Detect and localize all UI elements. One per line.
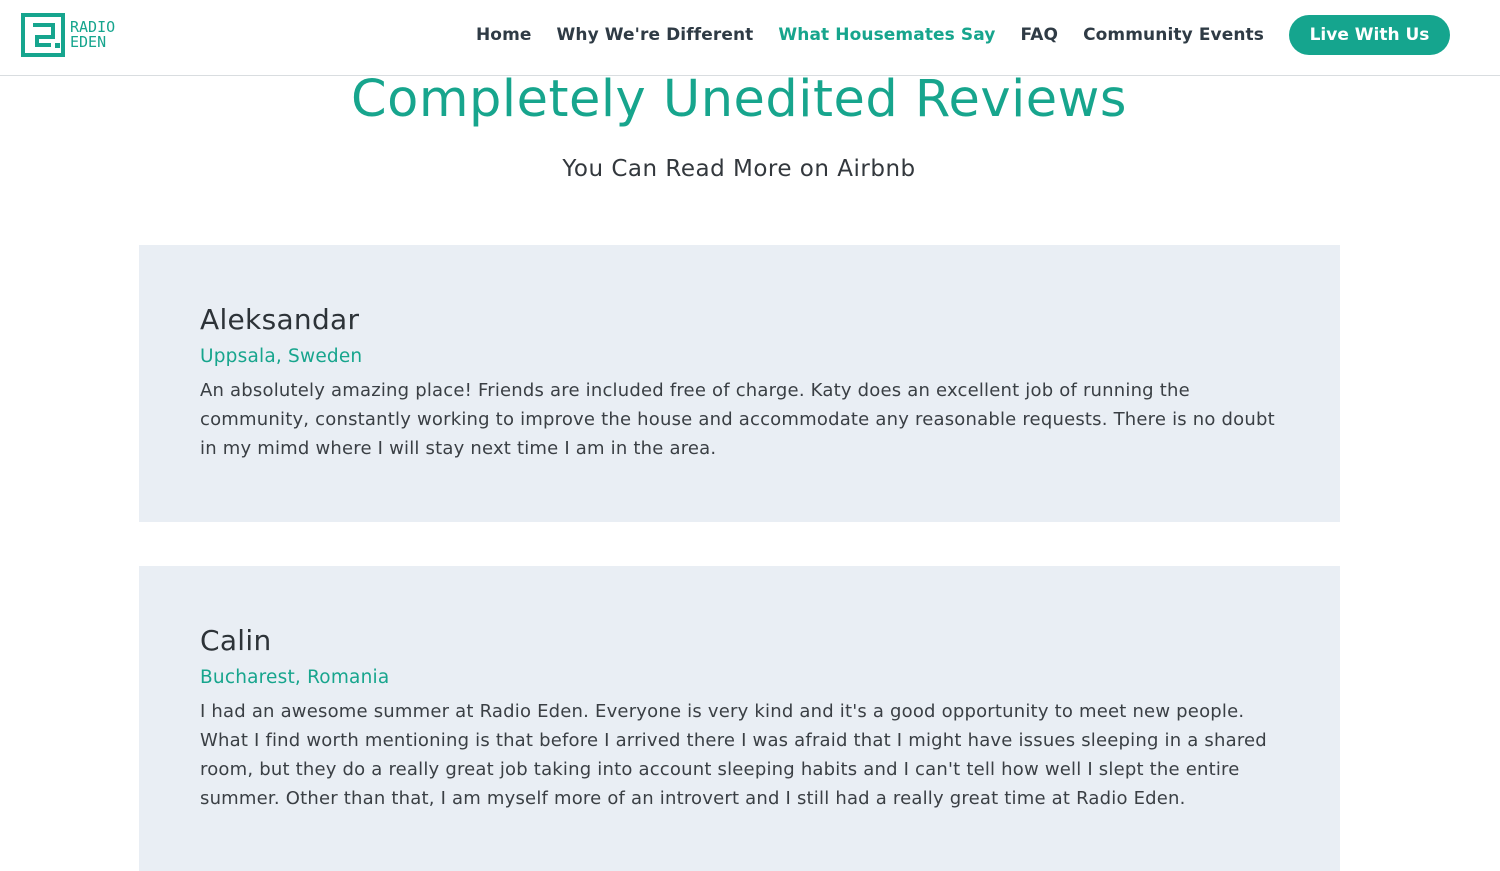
review-card: Calin Bucharest, Romania I had an awesom… xyxy=(139,566,1340,871)
review-text: An absolutely amazing place! Friends are… xyxy=(200,380,1275,459)
logo-wordmark: RADIO EDEN xyxy=(70,20,115,50)
reviewer-location: Uppsala, Sweden xyxy=(200,346,363,367)
page-subtitle: You Can Read More on Airbnb xyxy=(562,156,916,182)
radio-eden-logo[interactable]: RADIO EDEN xyxy=(21,13,115,57)
logo-text-line2: EDEN xyxy=(70,33,107,51)
nav-link-why-different[interactable]: Why We're Different xyxy=(557,25,754,45)
reviewer-name: Aleksandar xyxy=(200,303,360,336)
live-with-us-button[interactable]: Live With Us xyxy=(1289,15,1450,55)
reviewer-location: Bucharest, Romania xyxy=(200,667,390,688)
main-nav: Home Why We're Different What Housemates… xyxy=(451,15,1450,55)
nav-link-faq[interactable]: FAQ xyxy=(1021,25,1059,45)
site-header: RADIO EDEN Home Why We're Different What… xyxy=(0,0,1500,76)
review-text: I had an awesome summer at Radio Eden. E… xyxy=(200,701,1267,809)
page-title: Completely Unedited Reviews xyxy=(351,70,1127,129)
nav-link-housemates-say[interactable]: What Housemates Say xyxy=(778,25,995,45)
nav-link-community-events[interactable]: Community Events xyxy=(1083,25,1264,45)
nav-link-home[interactable]: Home xyxy=(476,25,532,45)
review-card: Aleksandar Uppsala, Sweden An absolutely… xyxy=(139,245,1340,522)
radio-eden-logo-icon xyxy=(21,13,65,57)
reviewer-name: Calin xyxy=(200,624,272,657)
